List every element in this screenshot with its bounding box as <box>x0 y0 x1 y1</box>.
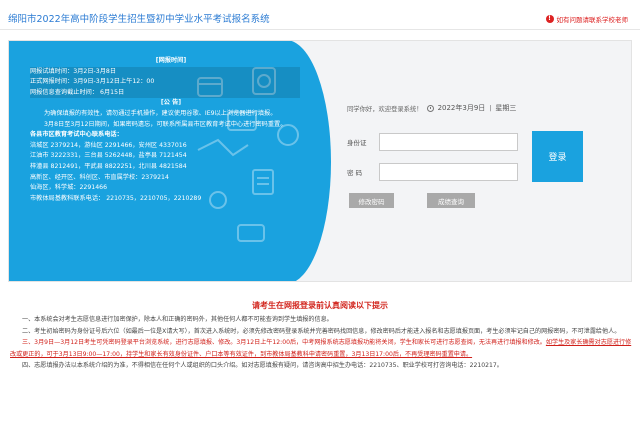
contact-line: 高新区、经开区、科创区、市直属学校：2379214 <box>30 173 169 181</box>
id-number-input[interactable] <box>379 133 518 151</box>
notice-time-title: [网报时间] <box>155 57 187 64</box>
divider: | <box>489 104 492 112</box>
instruction-item-part: 三、3月9日—3月12日考生可凭密码登录平台浏览系统，进行志愿填报、修改。3月1… <box>22 339 546 347</box>
contacts-title: 各县市区教育考试中心联系电话： <box>30 131 123 139</box>
greeting-row: 同学你好，欢迎登录系统！ 2022年3月9日 | 星期三 <box>347 103 597 113</box>
contact-line: 江油市 3222331，三台县 5262448，盐亭县 7121454 <box>30 152 187 160</box>
notice-text: [网报时间] 网报试填时间：3月2日-3月8日 正式网报时间：3月9日-3月12… <box>30 56 300 204</box>
score-query-button[interactable]: 成绩查询 <box>427 193 475 208</box>
help-link-label: 如有问题请联系学校老师 <box>556 16 629 24</box>
id-field-row: 身份证 <box>347 133 518 151</box>
contact-line: 仙海区，科学城：2291466 <box>30 184 108 192</box>
notice-line: 网报信息查询截止时间： 6月15日 <box>30 87 300 99</box>
notice-panel: [网报时间] 网报试填时间：3月2日-3月8日 正式网报时间：3月9日-3月12… <box>9 41 331 281</box>
password-field-row: 密 码 <box>347 163 518 181</box>
notice-paragraph: 为确保填报的有效性，请勿通过手机操作，建议使用谷歌、IE9以上浏览器进行填报。 <box>44 109 277 117</box>
contact-line: 梓潼县 8212491，平武县 8822251，北川县 4821584 <box>30 162 187 170</box>
page-header: 绵阳市2022年高中阶段学生招生暨初中学业水平考试报名系统 ! 如有问题请联系学… <box>0 0 640 30</box>
alert-icon: ! <box>545 15 554 23</box>
contact-line: 市教体局基教科联系电话： 2210735，2210705，2210289 <box>30 194 202 202</box>
instructions-title: 请考生在网报登录前认真阅读以下提示 <box>252 301 388 310</box>
instruction-item: 二、考生初始密码为身份证号后六位（如最后一位是X请大写），首次进入系统时，必须先… <box>22 327 621 335</box>
login-banner: [网报时间] 网报试填时间：3月2日-3月8日 正式网报时间：3月9日-3月12… <box>8 40 632 282</box>
login-form: 同学你好，欢迎登录系统！ 2022年3月9日 | 星期三 身份证 密 码 登录 … <box>347 103 597 208</box>
password-label: 密 码 <box>347 169 363 177</box>
instruction-item: 三、3月9日—3月12日考生可凭密码登录平台浏览系统，进行志愿填报、修改。3月1… <box>10 337 632 360</box>
clock-icon <box>426 104 434 112</box>
login-button[interactable]: 登录 <box>532 131 583 182</box>
help-link[interactable]: ! 如有问题请联系学校老师 <box>545 14 629 24</box>
change-password-button[interactable]: 修改密码 <box>349 193 394 208</box>
notice-paragraph: 3月8日至3月12日期间，如果密码遗忘，可联系所属县市区教育考试中心进行密码重置… <box>44 120 287 128</box>
password-input[interactable] <box>379 163 518 181</box>
greeting-text: 同学你好，欢迎登录系统！ <box>347 105 423 113</box>
instructions-list: 一、本系统会对考生志愿信息进行加密保护，除本人和正确的密码外，其他任何人都不可能… <box>10 314 632 372</box>
notice-announce-title: [公 告] <box>160 99 182 107</box>
current-weekday: 星期三 <box>495 104 517 112</box>
notice-line: 网报试填时间：3月2日-3月8日 <box>30 66 300 78</box>
site-title: 绵阳市2022年高中阶段学生招生暨初中学业水平考试报名系统 <box>8 14 270 25</box>
notice-line: 正式网报时间：3月9日-3月12日上午12：00 <box>30 77 300 88</box>
id-label: 身份证 <box>347 139 367 147</box>
instruction-item: 一、本系统会对考生志愿信息进行加密保护，除本人和正确的密码外，其他任何人都不可能… <box>22 316 333 323</box>
instruction-item: 四、志愿填报办法以本系统介绍的为准，不得相信在任何个人或组织的口头介绍。如对志愿… <box>22 362 503 370</box>
contact-line: 涪城区 2379214，游仙区 2291466，安州区 4337016 <box>30 141 187 149</box>
current-date: 2022年3月9日 <box>437 104 486 112</box>
